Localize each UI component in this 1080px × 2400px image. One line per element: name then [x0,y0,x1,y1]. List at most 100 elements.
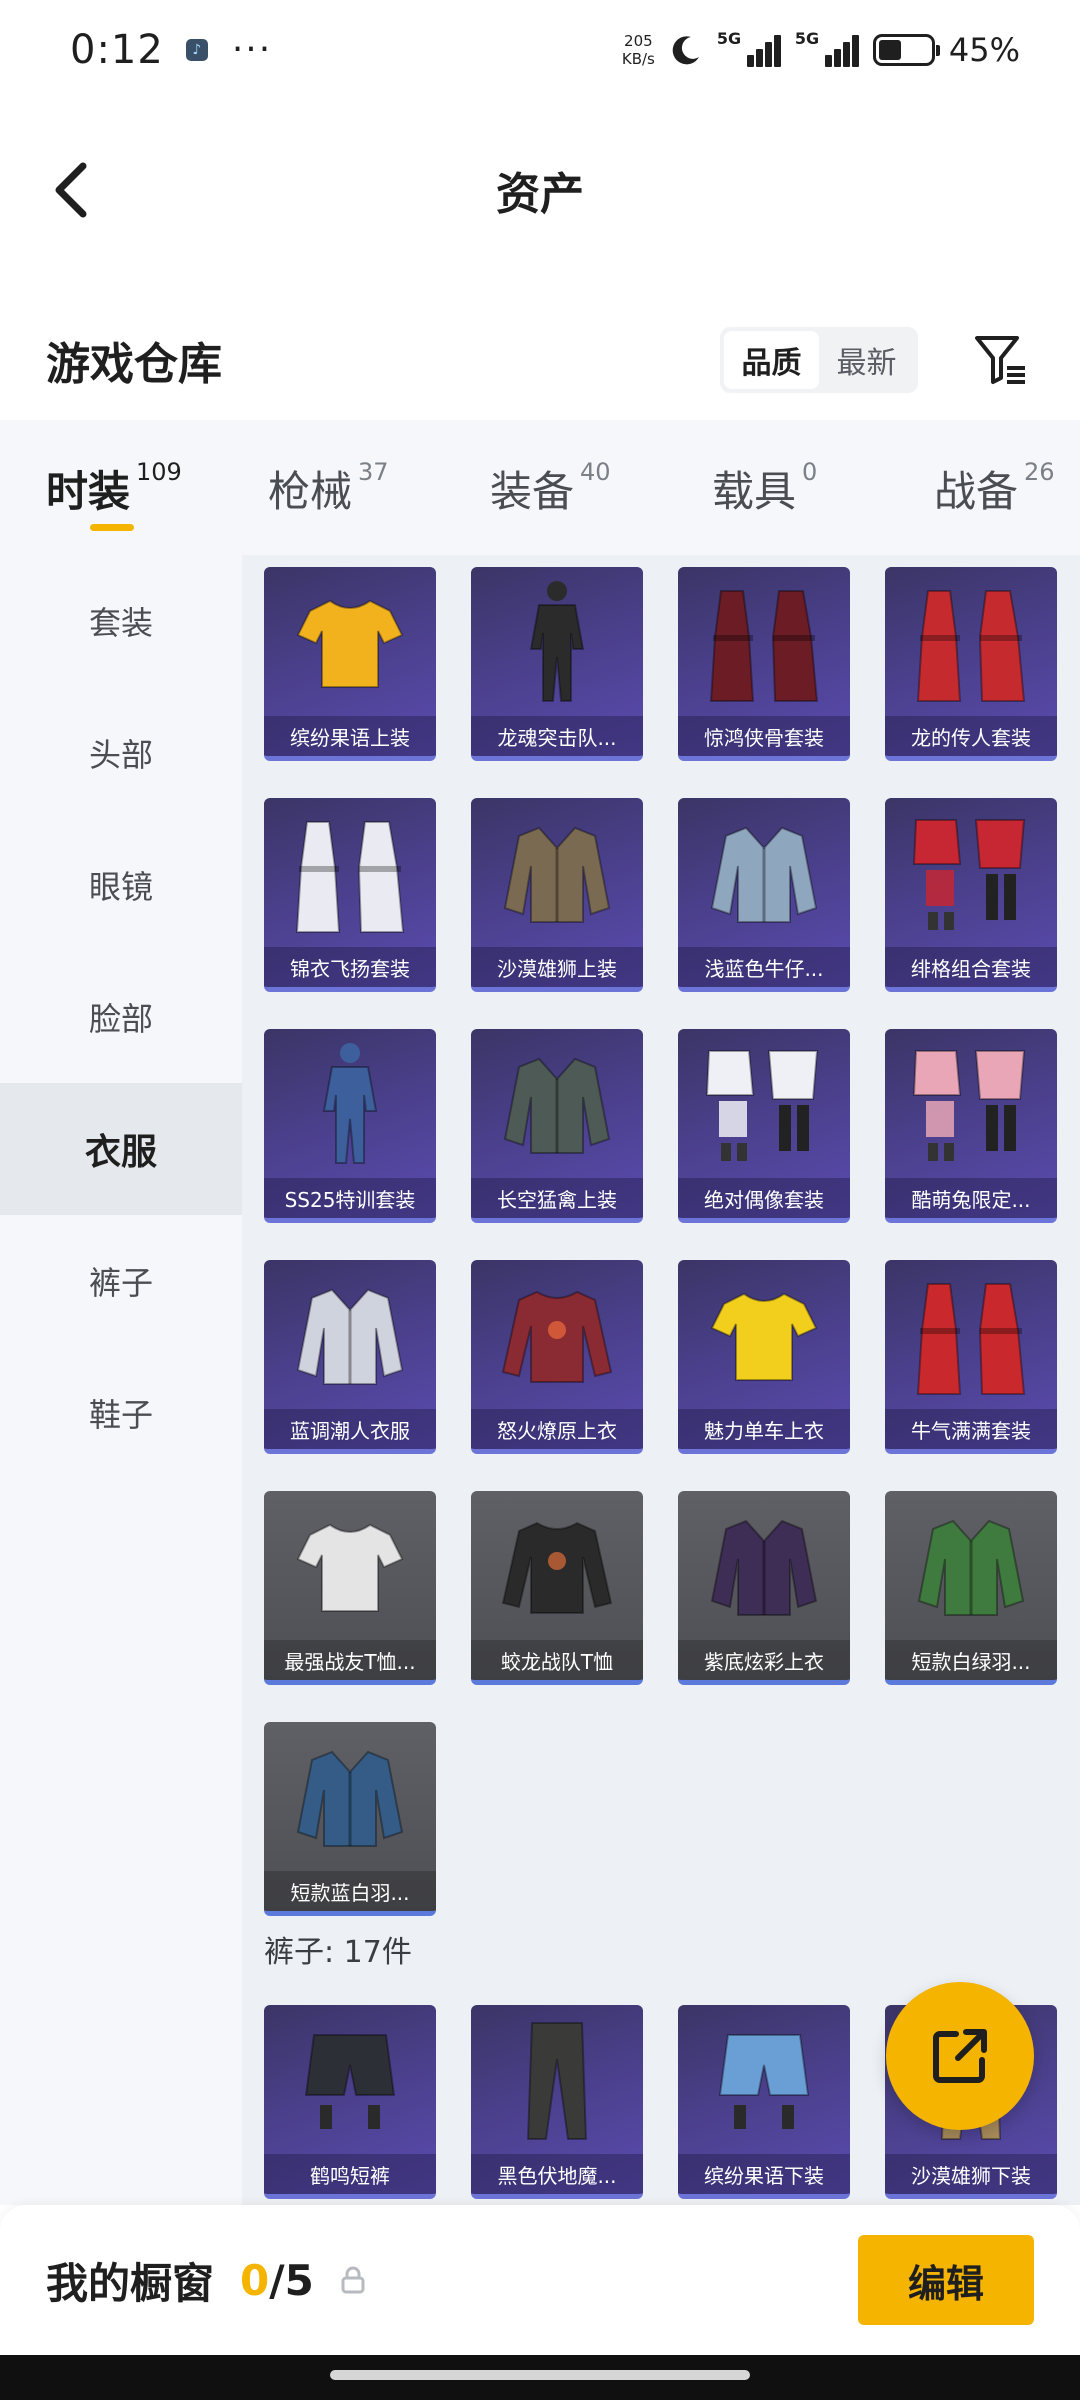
tab-guns[interactable]: 枪械 37 [268,458,490,519]
item-name: 龙魂突击队... [471,716,643,756]
item-image [264,1722,436,1872]
tab-equipment[interactable]: 装备 40 [490,458,712,519]
item-name: 蛟龙战队T恤 [471,1640,643,1680]
item-name: 沙漠雄狮上装 [471,947,643,987]
side-item-suits[interactable]: 套装 [0,555,242,687]
item-image [264,1260,436,1410]
sort-quality-button[interactable]: 品质 [724,331,819,389]
item-image [264,2005,436,2155]
item-grid-area: 缤纷果语上装 龙魂突击队... 惊鸿侠骨套装 龙的传人套装锦衣飞扬套装 沙漠雄狮上装 浅蓝… [242,555,1080,2205]
status-bar: 0:12 ♪ ··· 205 KB/s 5G 5G 45% [0,0,1080,100]
pants-section-header: 裤子: 17件 [264,1935,412,1970]
item-name: 缤纷果语上装 [264,716,436,756]
battery-icon [872,34,940,66]
clothes-card-18[interactable]: 蛟龙战队T恤 [471,1491,643,1685]
side-item-pants[interactable]: 裤子 [0,1215,242,1347]
side-item-face[interactable]: 脸部 [0,951,242,1083]
pants-card-3[interactable]: 缤纷果语下装 [678,2005,850,2199]
item-name: 短款蓝白羽... [264,1871,436,1911]
warehouse-header: 游戏仓库 品质 最新 [0,310,1080,410]
item-name: 短款白绿羽... [885,1640,1057,1680]
signal-sim1-icon: 5G [717,29,781,67]
side-item-head[interactable]: 头部 [0,687,242,819]
warehouse-title: 游戏仓库 [46,339,222,390]
item-image [885,798,1057,948]
clothes-card-3[interactable]: 惊鸿侠骨套装 [678,567,850,761]
item-name: SS25特训套装 [264,1178,436,1218]
showcase-bar: 我的橱窗 0/5 编辑 [0,2205,1080,2355]
item-image [885,1491,1057,1641]
pants-card-2[interactable]: 黑色伏地魔... [471,2005,643,2199]
item-name: 魅力单车上衣 [678,1409,850,1449]
clothes-card-1[interactable]: 缤纷果语上装 [264,567,436,761]
clothes-card-8[interactable]: 绯格组合套装 [885,798,1057,992]
clothes-card-17[interactable]: 最强战友T恤... [264,1491,436,1685]
share-button[interactable] [886,1982,1034,2130]
item-name: 牛气满满套装 [885,1409,1057,1449]
clothes-card-4[interactable]: 龙的传人套装 [885,567,1057,761]
clothes-card-20[interactable]: 短款白绿羽... [885,1491,1057,1685]
do-not-disturb-moon-icon [672,36,699,65]
item-image [471,1491,643,1641]
item-image [678,567,850,717]
clothes-card-9[interactable]: SS25特训套装 [264,1029,436,1223]
item-image [264,567,436,717]
item-name: 缤纷果语下装 [678,2154,850,2194]
item-name: 蓝调潮人衣服 [264,1409,436,1449]
signal-sim2-icon: 5G [795,29,859,67]
clothes-card-5[interactable]: 锦衣飞扬套装 [264,798,436,992]
tab-fashion[interactable]: 时装 109 [46,458,268,531]
side-nav: 套装 头部 眼镜 脸部 衣服 裤子 鞋子 [0,555,242,2205]
clothes-card-13[interactable]: 蓝调潮人衣服 [264,1260,436,1454]
clothes-card-16[interactable]: 牛气满满套装 [885,1260,1057,1454]
side-item-clothes[interactable]: 衣服 [0,1083,242,1215]
tiktok-notification-icon: ♪ [185,39,208,61]
item-image [678,1260,850,1410]
battery-level [878,40,902,60]
side-item-shoes[interactable]: 鞋子 [0,1347,242,1479]
item-image [471,2005,643,2155]
category-tabs: 时装 109 枪械 37 装备 40 载具 0 战备 26 [0,420,1080,555]
tab-supplies[interactable]: 战备 26 [934,458,1055,519]
clothes-card-12[interactable]: 酷萌兔限定... [885,1029,1057,1223]
clothes-card-19[interactable]: 紫底炫彩上衣 [678,1491,850,1685]
chevron-left-icon [55,162,87,218]
clothes-card-7[interactable]: 浅蓝色牛仔... [678,798,850,992]
item-image [885,1029,1057,1179]
item-name: 酷萌兔限定... [885,1178,1057,1218]
clothes-card-11[interactable]: 绝对偶像套装 [678,1029,850,1223]
filter-button[interactable] [968,327,1034,393]
home-indicator-area [0,2355,1080,2400]
item-name: 鹤鸣短裤 [264,2154,436,2194]
home-indicator[interactable] [330,2370,750,2380]
page-header: 资产 [0,130,1080,250]
sort-newest-button[interactable]: 最新 [819,331,914,389]
item-image [471,1260,643,1410]
clothes-card-2[interactable]: 龙魂突击队... [471,567,643,761]
clothes-card-15[interactable]: 魅力单车上衣 [678,1260,850,1454]
item-name: 怒火燎原上衣 [471,1409,643,1449]
showcase-count: 0/5 [240,2255,314,2305]
item-image [678,2005,850,2155]
lock-icon [341,2266,365,2294]
side-item-glasses[interactable]: 眼镜 [0,819,242,951]
item-name: 浅蓝色牛仔... [678,947,850,987]
item-image [678,1491,850,1641]
item-name: 惊鸿侠骨套装 [678,716,850,756]
item-name: 黑色伏地魔... [471,2154,643,2194]
clothes-card-21[interactable]: 短款蓝白羽... [264,1722,436,1916]
clothes-card-14[interactable]: 怒火燎原上衣 [471,1260,643,1454]
item-name: 龙的传人套装 [885,716,1057,756]
back-button[interactable] [36,155,106,225]
showcase-label: 我的橱窗 [46,2258,215,2308]
status-time: 0:12 [70,27,164,73]
tab-vehicles[interactable]: 载具 0 [712,458,934,519]
active-tab-indicator [90,524,134,531]
edit-button[interactable]: 编辑 [858,2235,1034,2325]
clothes-card-6[interactable]: 沙漠雄狮上装 [471,798,643,992]
clothes-card-10[interactable]: 长空猛禽上装 [471,1029,643,1223]
item-image [678,1029,850,1179]
filter-icon [975,336,1025,384]
pants-card-1[interactable]: 鹤鸣短裤 [264,2005,436,2199]
item-name: 绯格组合套装 [885,947,1057,987]
